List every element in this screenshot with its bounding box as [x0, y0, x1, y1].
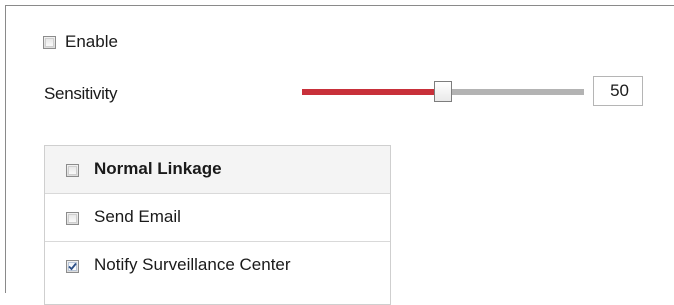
- settings-panel: Enable Sensitivity 50 Normal Linkage Sen…: [5, 5, 674, 305]
- sensitivity-slider-thumb[interactable]: [434, 81, 452, 102]
- linkage-header: Normal Linkage: [45, 146, 390, 194]
- send-email-checkbox[interactable]: [66, 212, 79, 225]
- linkage-item-send-email: Send Email: [45, 194, 390, 242]
- checkmark-icon: [68, 262, 77, 271]
- normal-linkage-checkbox[interactable]: [66, 164, 79, 177]
- enable-label: Enable: [65, 32, 118, 51]
- notify-center-label: Notify Surveillance Center: [94, 255, 291, 274]
- sensitivity-value-field[interactable]: 50: [593, 76, 643, 106]
- send-email-label: Send Email: [94, 207, 181, 226]
- normal-linkage-label: Normal Linkage: [94, 159, 222, 178]
- enable-checkbox[interactable]: [43, 36, 56, 49]
- linkage-item-notify-center: Notify Surveillance Center: [45, 242, 390, 290]
- sensitivity-label: Sensitivity: [44, 84, 118, 103]
- notify-center-checkbox[interactable]: [66, 260, 79, 273]
- linkage-panel: Normal Linkage Send Email Notify Surveil…: [44, 145, 391, 305]
- sensitivity-slider-fill: [302, 89, 443, 95]
